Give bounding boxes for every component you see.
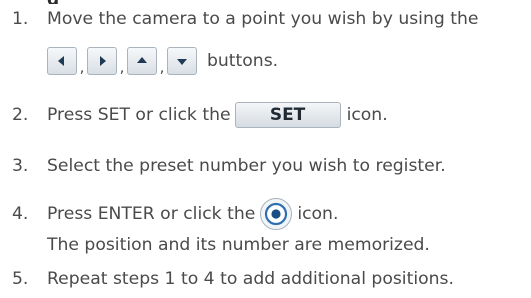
step-number: 2. <box>12 105 29 125</box>
step-text: Move the camera to a point you wish by u… <box>47 9 479 29</box>
separator: , <box>79 58 85 76</box>
step-text-after: icon. <box>346 105 388 125</box>
enter-icon <box>260 198 293 230</box>
step-text-before: Press ENTER or click the <box>47 204 256 224</box>
down-arrow-icon <box>177 59 187 65</box>
up-arrow-icon <box>137 57 147 63</box>
heading-fragment: g <box>47 0 59 4</box>
step-note: The position and its number are memorize… <box>47 235 430 255</box>
set-button[interactable]: SET <box>234 102 341 128</box>
step-text: Repeat steps 1 to 4 to add additional po… <box>47 269 454 289</box>
separator: , <box>159 58 165 76</box>
step-text-before: Press SET or click the <box>47 105 231 125</box>
enter-button[interactable] <box>259 197 293 231</box>
left-arrow-icon <box>58 56 64 66</box>
step-number: 4. <box>12 204 29 224</box>
heading-clipped: g <box>0 0 100 4</box>
step-number: 5. <box>12 269 29 289</box>
separator: , <box>119 58 125 76</box>
pan-left-button[interactable] <box>47 47 77 75</box>
step-text: Select the preset number you wish to reg… <box>47 156 446 176</box>
step-number: 1. <box>12 9 29 29</box>
step-text-after-buttons: buttons. <box>207 51 279 71</box>
tilt-up-button[interactable] <box>127 47 157 75</box>
step-number: 3. <box>12 156 29 176</box>
tilt-down-button[interactable] <box>167 47 197 75</box>
step-line: Press ENTER or click the icon. <box>47 197 338 231</box>
step-line: Press SET or click the SET icon. <box>47 102 388 128</box>
right-arrow-icon <box>100 56 106 66</box>
step-text-after: icon. <box>297 204 339 224</box>
arrow-buttons: , , , buttons. <box>47 47 279 76</box>
pan-right-button[interactable] <box>87 47 117 75</box>
